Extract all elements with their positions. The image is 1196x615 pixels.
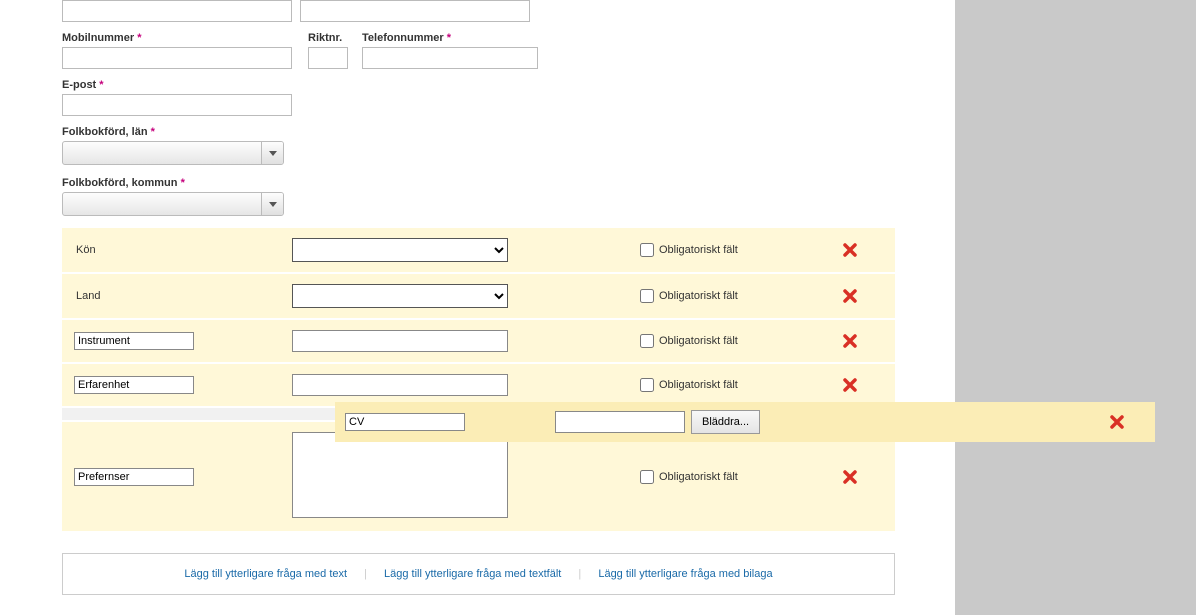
erfarenhet-name-input[interactable] <box>74 376 194 394</box>
kommun-combo[interactable] <box>62 192 284 216</box>
delete-icon[interactable] <box>842 377 858 393</box>
kon-select[interactable] <box>292 238 508 262</box>
row-label: Kön <box>74 244 96 256</box>
browse-button[interactable]: Bläddra... <box>691 410 760 434</box>
mandatory-label: Obligatoriskt fält <box>659 379 738 391</box>
prev-field-2[interactable] <box>300 0 530 22</box>
prefernser-mandatory-checkbox[interactable] <box>640 470 654 484</box>
lan-label: Folkbokförd, län * <box>62 126 955 138</box>
custom-row-land: Land Obligatoriskt fält <box>62 274 895 320</box>
land-select[interactable] <box>292 284 508 308</box>
add-textfield-question-link[interactable]: Lägg till ytterligare fråga med textfält <box>370 568 575 580</box>
prefernser-textarea[interactable] <box>292 432 508 518</box>
telefon-input[interactable] <box>362 47 538 69</box>
telefon-label: Telefonnummer * <box>362 32 538 44</box>
delete-icon[interactable] <box>842 242 858 258</box>
attachment-name-input[interactable] <box>345 413 465 431</box>
dragged-attachment-row[interactable]: Bläddra... <box>335 402 1155 442</box>
chevron-down-icon[interactable] <box>261 193 283 215</box>
prefernser-name-input[interactable] <box>74 468 194 486</box>
mandatory-label: Obligatoriskt fält <box>659 290 738 302</box>
mandatory-label: Obligatoriskt fält <box>659 244 738 256</box>
add-attachment-question-link[interactable]: Lägg till ytterligare fråga med bilaga <box>584 568 786 580</box>
mobile-label: Mobilnummer * <box>62 32 300 44</box>
delete-icon[interactable] <box>842 469 858 485</box>
custom-fields-section: Kön Obligatoriskt fält Land Obligatorisk… <box>62 228 895 533</box>
prev-field-1[interactable] <box>62 0 292 22</box>
custom-row-kon: Kön Obligatoriskt fält <box>62 228 895 274</box>
kon-mandatory-checkbox[interactable] <box>640 243 654 257</box>
kommun-label: Folkbokförd, kommun * <box>62 177 955 189</box>
delete-icon[interactable] <box>1109 414 1125 430</box>
attachment-file-path[interactable] <box>555 411 685 433</box>
erfarenhet-mandatory-checkbox[interactable] <box>640 378 654 392</box>
epost-label: E-post * <box>62 79 955 91</box>
delete-icon[interactable] <box>842 288 858 304</box>
custom-row-instrument: Obligatoriskt fält <box>62 320 895 364</box>
add-text-question-link[interactable]: Lägg till ytterligare fråga med text <box>170 568 361 580</box>
page-container: Mobilnummer * Riktnr. Telefonnummer * E-… <box>0 0 955 615</box>
chevron-down-icon[interactable] <box>261 142 283 164</box>
add-question-footer: Lägg till ytterligare fråga med text | L… <box>62 553 895 595</box>
erfarenhet-value-input[interactable] <box>292 374 508 396</box>
epost-input[interactable] <box>62 94 292 116</box>
riktnr-label: Riktnr. <box>308 32 354 44</box>
land-mandatory-checkbox[interactable] <box>640 289 654 303</box>
delete-icon[interactable] <box>842 333 858 349</box>
riktnr-input[interactable] <box>308 47 348 69</box>
mandatory-label: Obligatoriskt fält <box>659 335 738 347</box>
instrument-value-input[interactable] <box>292 330 508 352</box>
instrument-mandatory-checkbox[interactable] <box>640 334 654 348</box>
row-label: Land <box>74 290 100 302</box>
mobile-input[interactable] <box>62 47 292 69</box>
lan-combo[interactable] <box>62 141 284 165</box>
instrument-name-input[interactable] <box>74 332 194 350</box>
mandatory-label: Obligatoriskt fält <box>659 471 738 483</box>
